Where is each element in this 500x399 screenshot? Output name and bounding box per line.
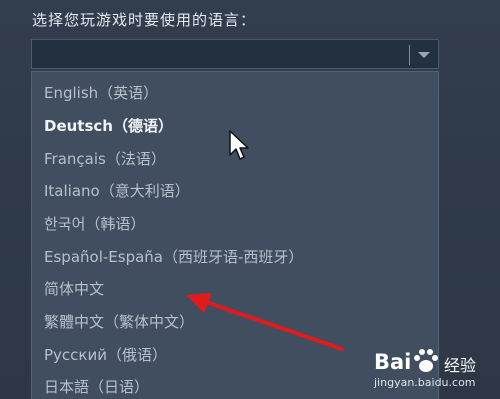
language-selection-screen: 选择您玩游戏时要使用的语言： English（英语） Deutsch（德语） F… (0, 0, 500, 399)
watermark-suffix-text: 经验 (444, 356, 477, 375)
baidu-jingyan-watermark: Bai 经验 jingyan.baidu.com (372, 348, 492, 393)
watermark-logo-text: Bai (374, 350, 412, 374)
watermark-url: jingyan.baidu.com (374, 376, 476, 389)
paw-icon (414, 349, 438, 372)
annotation-arrow (186, 293, 344, 351)
